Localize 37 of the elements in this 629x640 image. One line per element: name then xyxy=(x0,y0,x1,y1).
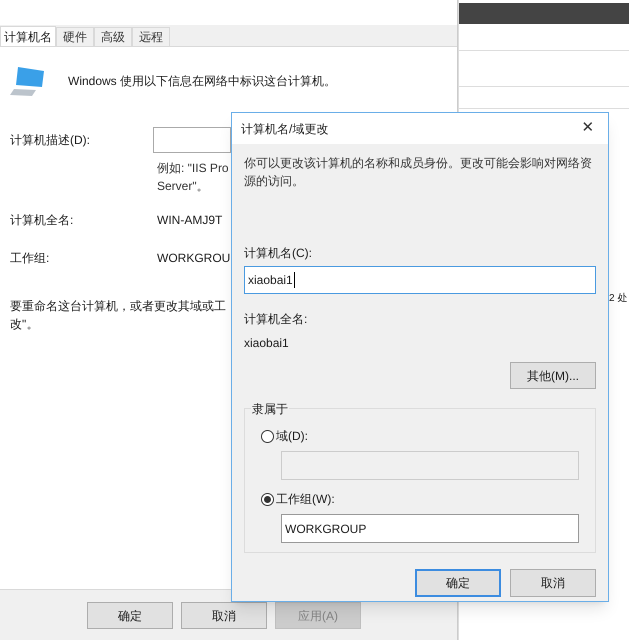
domain-field[interactable] xyxy=(281,451,579,480)
tab[interactable]: 高级 xyxy=(94,27,132,46)
close-button[interactable]: ✕ xyxy=(576,116,600,140)
tab[interactable]: 远程 xyxy=(132,27,170,46)
hint-text: Server"。 xyxy=(157,178,210,195)
dialog-button[interactable]: 确定 xyxy=(87,602,173,629)
field-value: xiaobai1 xyxy=(248,272,293,289)
tab[interactable]: 计算机名 xyxy=(0,26,56,47)
radio-label: 域(D): xyxy=(276,428,308,445)
field-value: WIN-AMJ9T xyxy=(157,212,222,229)
field-label: 计算机名(C): xyxy=(244,245,313,262)
rename-note: 改"。 xyxy=(10,316,40,333)
field-value: WORKGROU xyxy=(157,250,230,267)
radio-label: 工作组(W): xyxy=(276,491,335,508)
rename-note: 2 处 xyxy=(609,292,628,306)
dialog-button[interactable]: 取消 xyxy=(510,569,596,597)
full-name-value: xiaobai1 xyxy=(244,335,290,352)
intro-text: Windows 使用以下信息在网络中标识这台计算机。 xyxy=(68,73,336,90)
hint-text: 例如: "IIS Pro xyxy=(157,160,230,177)
radio-button[interactable] xyxy=(261,492,274,506)
field-label: 计算机全名: xyxy=(244,311,308,328)
field-label: 工作组: xyxy=(10,250,50,267)
field-label: 计算机全名: xyxy=(10,212,74,229)
group-legend: 隶属于 xyxy=(251,400,289,418)
workgroup-field[interactable]: WORKGROUP xyxy=(281,514,579,543)
dialog-title: 计算机名/域更改 xyxy=(241,120,328,138)
field-value: WORKGROUP xyxy=(285,520,366,538)
description-text: 你可以更改该计算机的名称和成员身份。更改可能会影响对网络资源的访问。 xyxy=(244,155,593,190)
computer-name-field[interactable]: xiaobai1 xyxy=(244,266,596,294)
rename-note: 要重命名这台计算机，或者更改其域或工 xyxy=(10,298,227,315)
dialog-button[interactable]: 取消 xyxy=(181,602,267,629)
dialog-button[interactable]: 确定 xyxy=(415,569,501,597)
description-field[interactable] xyxy=(153,127,231,153)
field-label: 计算机描述(D): xyxy=(10,132,91,149)
tab[interactable]: 硬件 xyxy=(56,27,94,46)
radio-button[interactable] xyxy=(261,430,274,442)
more-button[interactable]: 其他(M)... xyxy=(510,362,596,389)
